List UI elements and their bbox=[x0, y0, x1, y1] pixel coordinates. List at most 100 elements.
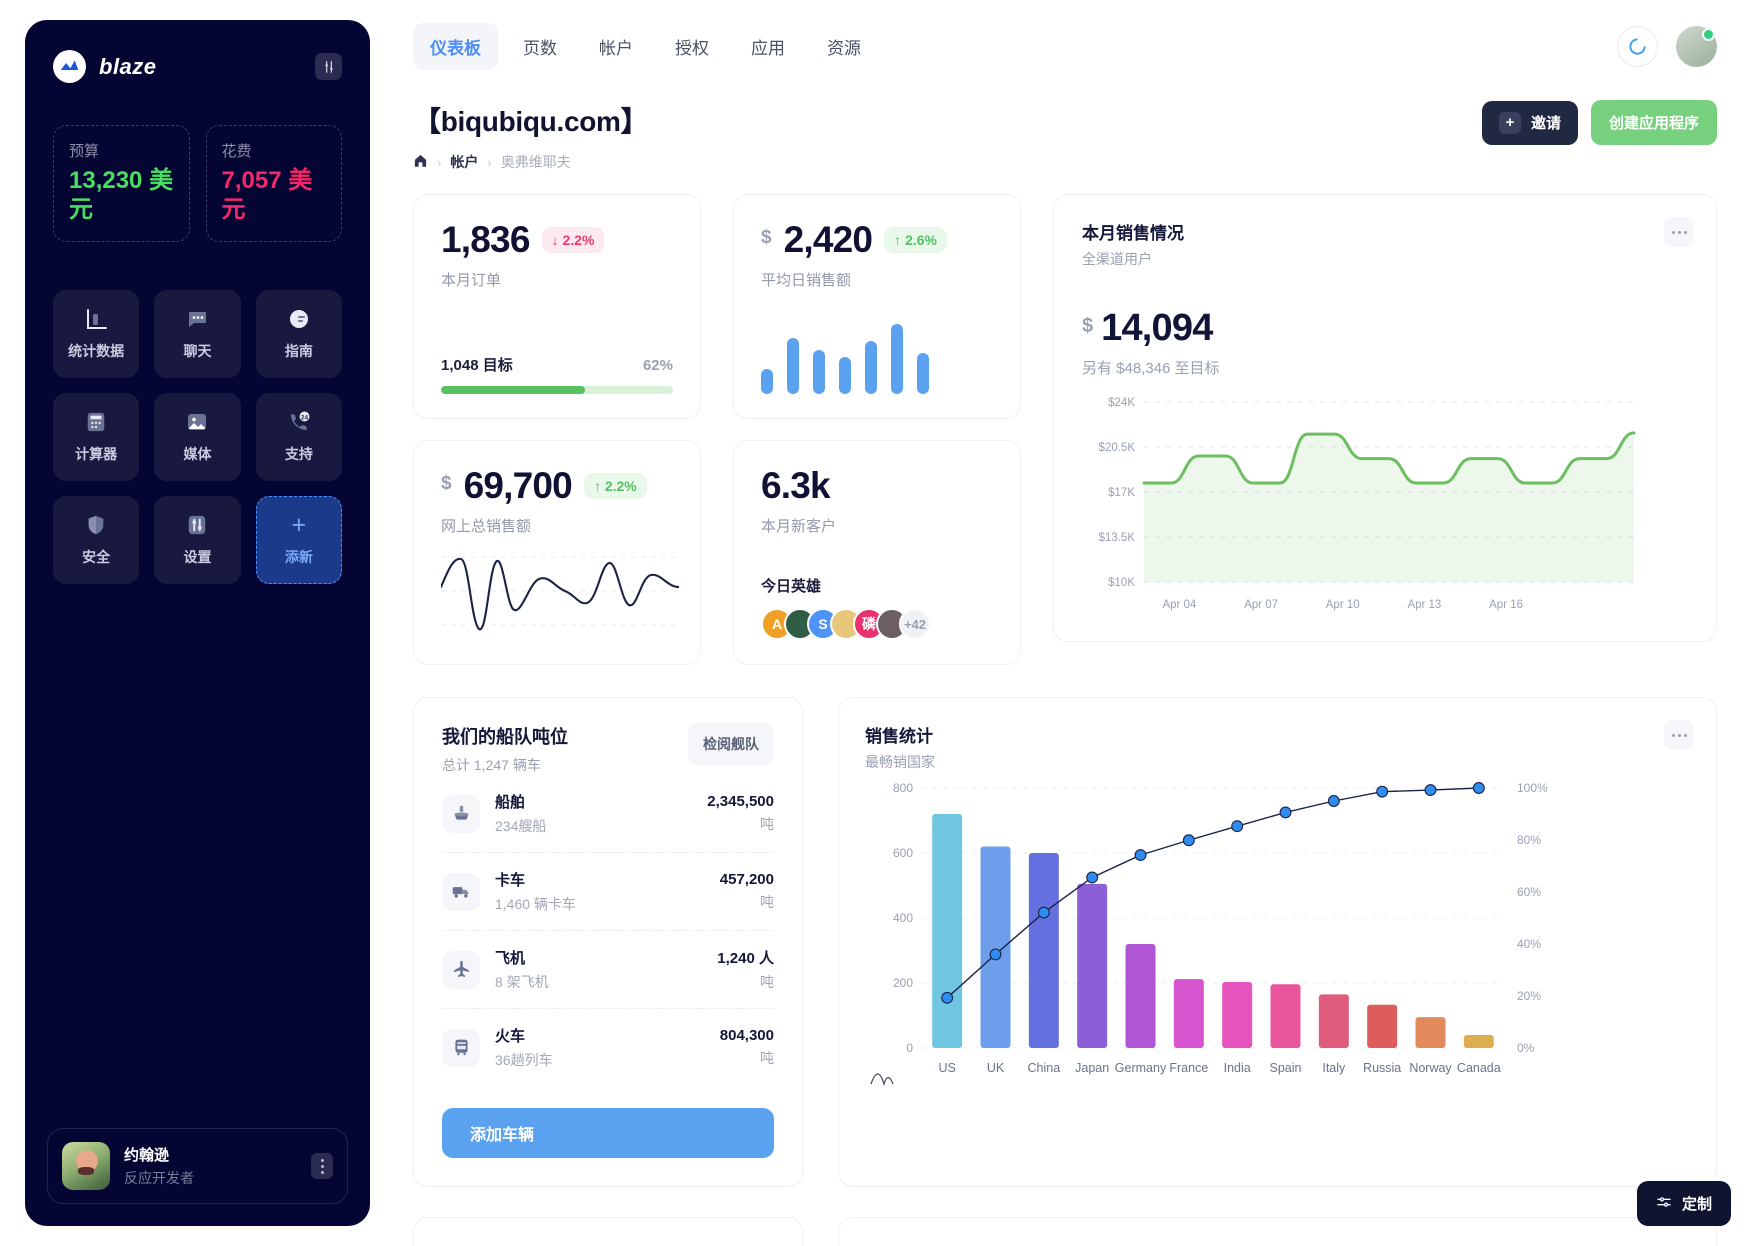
svg-text:100%: 100% bbox=[1517, 781, 1548, 795]
svg-text:0: 0 bbox=[906, 1041, 913, 1055]
sidebar-item-label: 计算器 bbox=[75, 446, 118, 463]
sidebar-item-support[interactable]: 24 支持 bbox=[255, 392, 342, 481]
heroes-more-count[interactable]: +42 bbox=[899, 608, 931, 640]
home-icon[interactable] bbox=[413, 153, 428, 171]
row-unit: 吨 bbox=[760, 894, 774, 910]
sidebar: blaze 预算 13,230 美元 花费 7,057 美元 统计数据 聊天 指… bbox=[25, 20, 370, 1226]
dots-vertical-icon[interactable] bbox=[311, 1153, 333, 1179]
row-values: 457,200 吨 bbox=[720, 871, 774, 912]
tab-resources[interactable]: 资源 bbox=[810, 23, 878, 70]
sidebar-item-security[interactable]: 安全 bbox=[53, 495, 140, 584]
sliders-icon bbox=[184, 512, 210, 538]
sidebar-item-media[interactable]: 媒体 bbox=[154, 392, 241, 481]
sidebar-item-calculator[interactable]: 计算器 bbox=[53, 392, 140, 481]
breadcrumb-item-account[interactable]: 帐户 bbox=[450, 152, 478, 172]
table-row[interactable]: 卡车 1,460 辆卡车 457,200 吨 bbox=[442, 853, 774, 931]
table-row[interactable]: 船舶 234艘船 2,345,500 吨 bbox=[442, 775, 774, 853]
newcust-subtitle: 本月新客户 bbox=[761, 518, 837, 535]
svg-text:France: France bbox=[1169, 1061, 1208, 1075]
kpi-spend: 花费 7,057 美元 bbox=[205, 125, 342, 242]
row-text: 飞机 8 架飞机 bbox=[495, 947, 702, 992]
online-currency: $ bbox=[441, 473, 452, 494]
sidebar-item-add[interactable]: + 添新 bbox=[255, 495, 342, 584]
kpi-spend-label: 花费 bbox=[221, 143, 252, 160]
profile-name: 约翰逊 bbox=[124, 1147, 170, 1164]
svg-text:Apr 07: Apr 07 bbox=[1244, 599, 1278, 611]
tab-authorization[interactable]: 授权 bbox=[658, 23, 726, 70]
table-row[interactable]: 火车 36趟列车 804,300 吨 bbox=[442, 1009, 774, 1086]
month-sales-subtitle: 全渠道用户 bbox=[1082, 251, 1152, 267]
tab-pages[interactable]: 页数 bbox=[506, 23, 574, 70]
minibar-2 bbox=[813, 350, 825, 394]
top-tabs: 仪表板 页数 帐户 授权 应用 资源 bbox=[413, 22, 878, 70]
orders-main: 1,836 ↓ 2.2% bbox=[441, 219, 673, 261]
svg-text:Japan: Japan bbox=[1075, 1061, 1109, 1075]
svg-text:40%: 40% bbox=[1517, 937, 1541, 951]
tab-apps[interactable]: 应用 bbox=[734, 23, 802, 70]
add-vehicle-button[interactable]: 添加车辆 bbox=[442, 1108, 774, 1158]
card-month-sales: 本月销售情况 全渠道用户 $ 14,094 另有 $48,346 至目标 $24… bbox=[1053, 194, 1717, 642]
sidebar-item-chat[interactable]: 聊天 bbox=[154, 289, 241, 378]
svg-text:Apr 10: Apr 10 bbox=[1326, 599, 1360, 611]
dots-horizontal-icon[interactable] bbox=[1664, 217, 1694, 247]
bottom-stub-grid bbox=[413, 1217, 1717, 1246]
svg-text:Italy: Italy bbox=[1322, 1061, 1346, 1075]
row-name: 船舶 bbox=[495, 794, 526, 811]
sliders-icon bbox=[1656, 1194, 1672, 1214]
fleet-subtitle: 总计 1,247 辆车 bbox=[442, 757, 541, 773]
minibar-6 bbox=[917, 353, 929, 394]
orders-progress-bar bbox=[441, 386, 673, 394]
minibar-3 bbox=[839, 357, 851, 394]
review-fleet-button[interactable]: 检阅舰队 bbox=[688, 723, 774, 765]
top-icon-group bbox=[1617, 25, 1717, 67]
online-value: 69,700 bbox=[463, 465, 573, 506]
heroes-label: 今日英雄 bbox=[761, 578, 822, 595]
sidebar-kpis: 预算 13,230 美元 花费 7,057 美元 bbox=[53, 125, 342, 242]
sidebar-item-stats[interactable]: 统计数据 bbox=[53, 289, 140, 378]
sidebar-item-label: 支持 bbox=[284, 446, 313, 463]
user-avatar-icon[interactable] bbox=[1676, 25, 1717, 67]
dots-horizontal-icon[interactable] bbox=[1664, 720, 1694, 750]
user-profile[interactable]: 约翰逊 反应开发者 bbox=[47, 1128, 348, 1204]
table-row[interactable]: 飞机 8 架飞机 1,240 人 吨 bbox=[442, 931, 774, 1009]
svg-text:$24K: $24K bbox=[1108, 397, 1135, 409]
newcust-value: 6.3k bbox=[761, 465, 831, 506]
ship-icon bbox=[442, 794, 480, 833]
fleet-title: 我们的船队吨位 bbox=[442, 727, 568, 747]
orders-goal-label: 1,048 目标 bbox=[441, 357, 513, 374]
sidebar-item-label: 指南 bbox=[284, 343, 313, 360]
row-unit: 吨 bbox=[760, 1050, 774, 1066]
create-app-button[interactable]: 创建应用程序 bbox=[1590, 100, 1717, 145]
orders-subtitle: 本月订单 bbox=[441, 272, 502, 289]
stub-card-left bbox=[413, 1217, 803, 1246]
heroes-avatar-stack[interactable]: A S 磷 +42 bbox=[761, 608, 993, 640]
orders-delta-value: 2.2% bbox=[562, 232, 595, 248]
sidebar-item-label: 聊天 bbox=[183, 343, 212, 360]
blaze-logo-icon bbox=[53, 50, 86, 83]
tab-dashboard[interactable]: 仪表板 bbox=[413, 22, 498, 70]
customize-label: 定制 bbox=[1681, 1196, 1712, 1213]
row-value: 804,300 bbox=[719, 1027, 774, 1044]
invite-button-label: 邀请 bbox=[1530, 115, 1561, 132]
customize-button[interactable]: 定制 bbox=[1636, 1181, 1731, 1226]
sales-stats-subtitle: 最畅销国家 bbox=[865, 754, 935, 770]
page-title: 【biqubiqu.com】 bbox=[413, 106, 649, 137]
svg-text:UK: UK bbox=[987, 1061, 1005, 1075]
sidebar-item-guide[interactable]: 指南 bbox=[255, 289, 342, 378]
row-sub: 1,460 辆卡车 bbox=[495, 896, 576, 912]
month-sales-currency: $ bbox=[1082, 315, 1094, 337]
svg-text:80%: 80% bbox=[1517, 833, 1541, 847]
plus-icon: + bbox=[291, 510, 307, 539]
tab-accounts[interactable]: 帐户 bbox=[582, 23, 650, 70]
sliders-icon[interactable] bbox=[315, 53, 342, 80]
svg-text:Spain: Spain bbox=[1270, 1061, 1302, 1075]
loading-spinner-icon[interactable] bbox=[1617, 25, 1658, 67]
avg-delta-badge: ↑ 2.6% bbox=[884, 227, 947, 253]
svg-text:Norway: Norway bbox=[1409, 1061, 1452, 1075]
sidebar-item-settings[interactable]: 设置 bbox=[154, 495, 241, 584]
bottom-grid: 我们的船队吨位 总计 1,247 辆车 检阅舰队 船舶 234艘船 2,345,… bbox=[413, 697, 1717, 1187]
invite-button[interactable]: + 邀请 bbox=[1481, 100, 1578, 145]
sidebar-item-label: 设置 bbox=[183, 549, 212, 566]
orders-delta-badge: ↓ 2.2% bbox=[541, 227, 605, 253]
sidebar-item-label: 安全 bbox=[82, 549, 111, 566]
